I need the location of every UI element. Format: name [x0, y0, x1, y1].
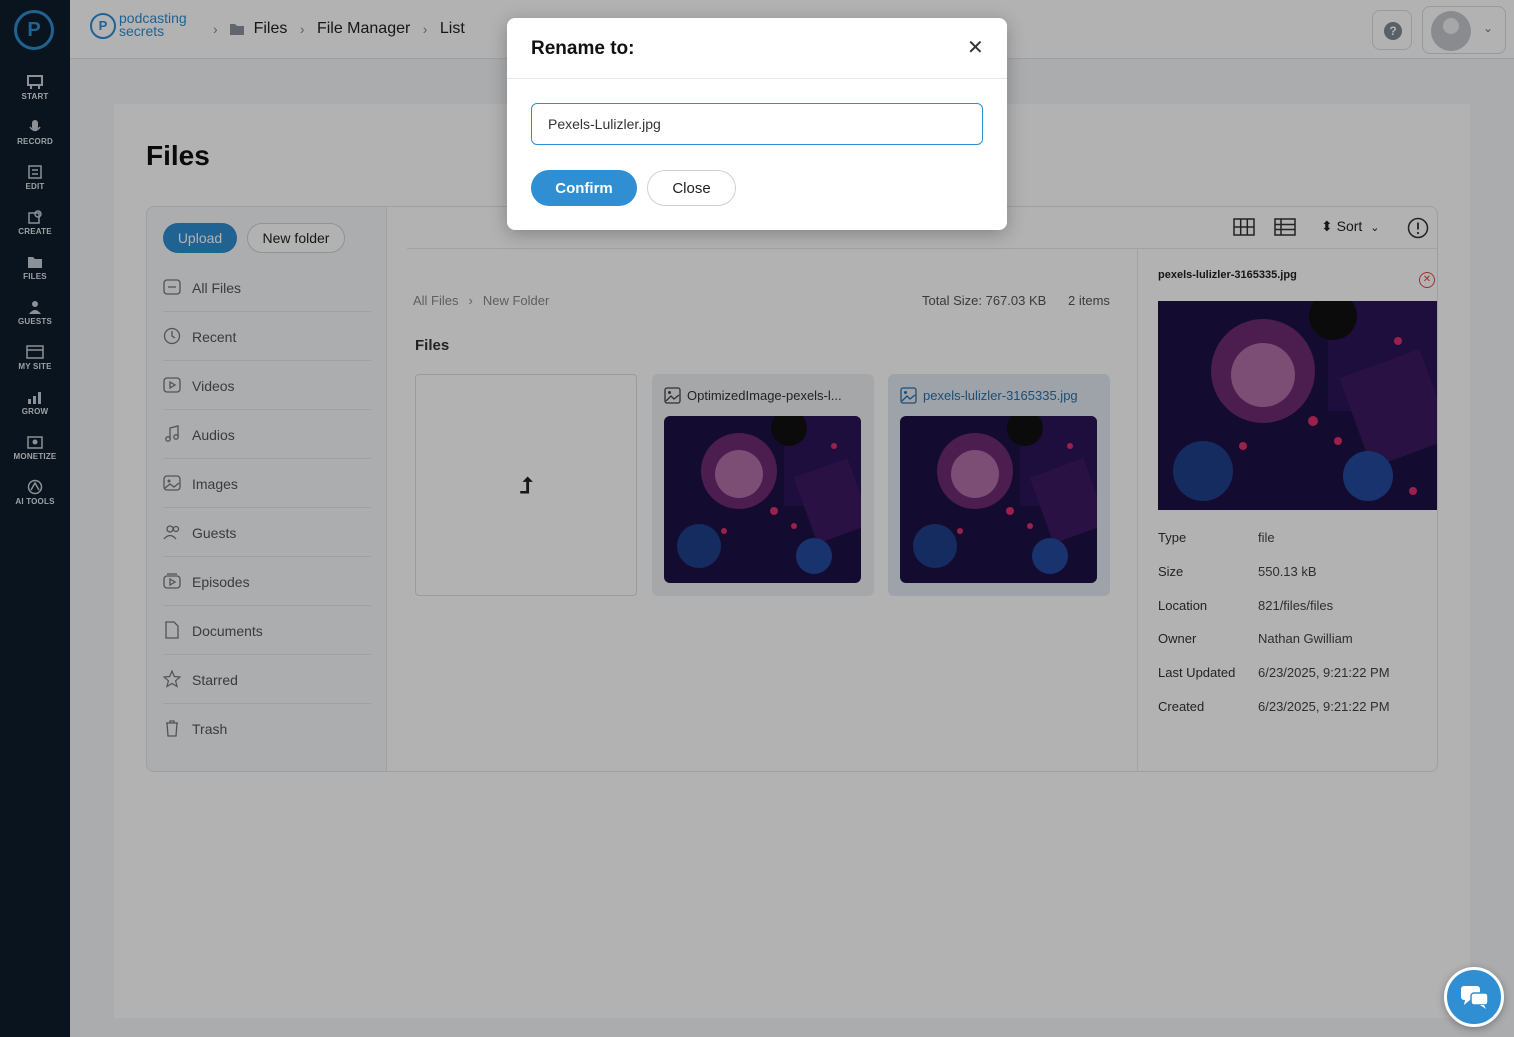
dialog-title: Rename to:	[531, 38, 635, 59]
rename-input[interactable]	[531, 103, 983, 145]
chat-button[interactable]	[1444, 967, 1504, 1027]
dialog-header: Rename to: ✕	[507, 18, 1007, 79]
chat-icon	[1461, 986, 1489, 1009]
rename-dialog: Rename to: ✕ Confirm Close	[507, 18, 1007, 230]
close-button[interactable]: Close	[647, 170, 736, 206]
close-icon[interactable]: ✕	[967, 38, 984, 58]
confirm-button[interactable]: Confirm	[531, 170, 637, 206]
